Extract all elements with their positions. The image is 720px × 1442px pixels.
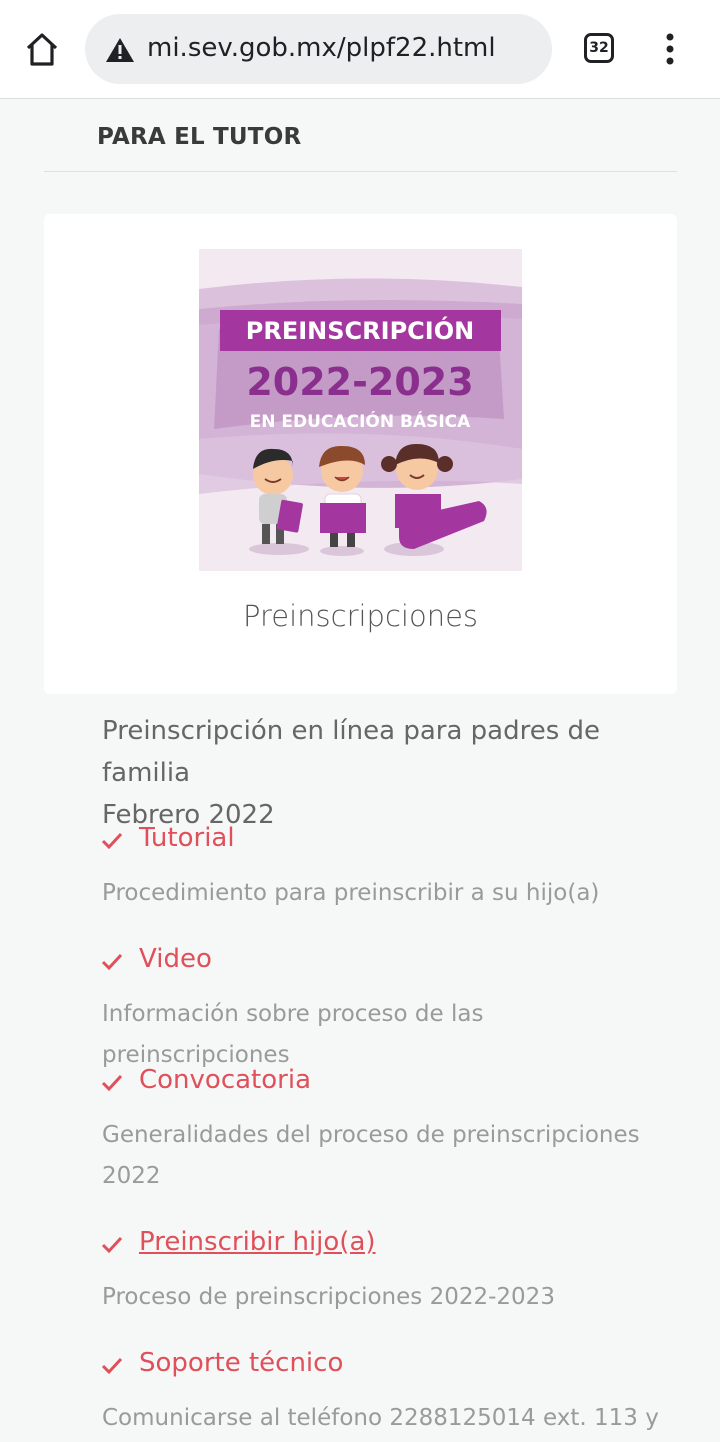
card-caption[interactable]: Preinscripciones xyxy=(44,599,677,633)
item-description: Comunicarse al teléfono 2288125014 ext. … xyxy=(102,1405,659,1431)
check-icon xyxy=(101,832,123,850)
more-menu-icon[interactable] xyxy=(660,32,680,66)
item-description: Información sobre proceso de las preinsc… xyxy=(102,1001,484,1068)
divider xyxy=(44,171,677,172)
tab-switcher-button[interactable]: 32 xyxy=(584,33,614,63)
soporte-tecnico-link[interactable]: Soporte técnico xyxy=(139,1348,343,1378)
check-icon xyxy=(101,953,123,971)
poster-year: 2022-2023 xyxy=(246,360,473,404)
preinscribir-hijo-link[interactable]: Preinscribir hijo(a) xyxy=(139,1227,376,1257)
check-icon xyxy=(101,1074,123,1092)
check-icon xyxy=(101,1357,123,1375)
browser-toolbar: mi.sev.gob.mx/plpf22.html 32 xyxy=(0,0,720,99)
item-description: Generalidades del proceso de preinscripc… xyxy=(102,1122,640,1189)
convocatoria-link[interactable]: Convocatoria xyxy=(139,1065,311,1095)
poster-subtitle: EN EDUCACIÓN BÁSICA xyxy=(250,410,471,432)
url-text[interactable]: mi.sev.gob.mx/plpf22.html xyxy=(147,33,496,63)
item-description: Procedimiento para preinscribir a su hij… xyxy=(102,880,600,906)
address-bar[interactable]: mi.sev.gob.mx/plpf22.html xyxy=(85,14,552,84)
intro-line-1: Preinscripción en línea para padres de f… xyxy=(102,716,601,788)
poster-title: PREINSCRIPCIÓN xyxy=(246,315,474,345)
video-link[interactable]: Video xyxy=(139,944,212,974)
not-secure-warning-icon[interactable] xyxy=(105,36,135,64)
preinscripciones-card[interactable]: PREINSCRIPCIÓN 2022-2023 EN EDUCACIÓN BÁ… xyxy=(44,214,677,694)
item-description: Proceso de preinscripciones 2022-2023 xyxy=(102,1284,555,1310)
home-icon[interactable] xyxy=(22,30,62,70)
check-icon xyxy=(101,1236,123,1254)
intro-text: Preinscripción en línea para padres de f… xyxy=(102,710,692,836)
tutorial-link[interactable]: Tutorial xyxy=(139,823,235,853)
preinscripcion-poster-image[interactable]: PREINSCRIPCIÓN 2022-2023 EN EDUCACIÓN BÁ… xyxy=(199,249,522,571)
section-title: PARA EL TUTOR xyxy=(97,124,302,150)
